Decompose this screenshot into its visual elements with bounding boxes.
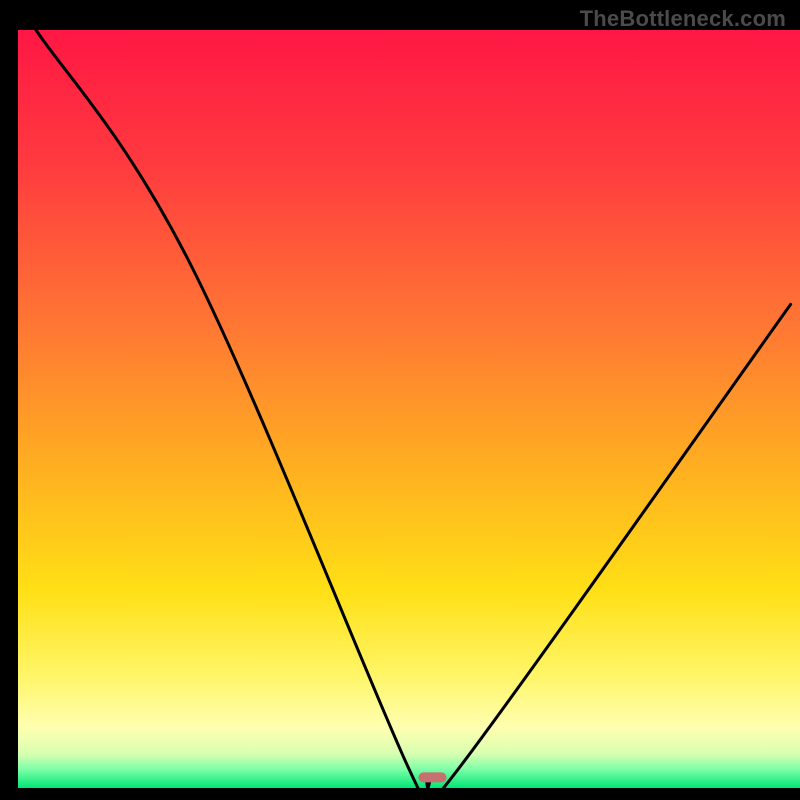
gradient-background (18, 30, 800, 788)
optimal-marker (418, 772, 446, 782)
watermark-text: TheBottleneck.com (580, 6, 786, 32)
chart-container: TheBottleneck.com (0, 0, 800, 800)
bottleneck-chart (0, 0, 800, 800)
